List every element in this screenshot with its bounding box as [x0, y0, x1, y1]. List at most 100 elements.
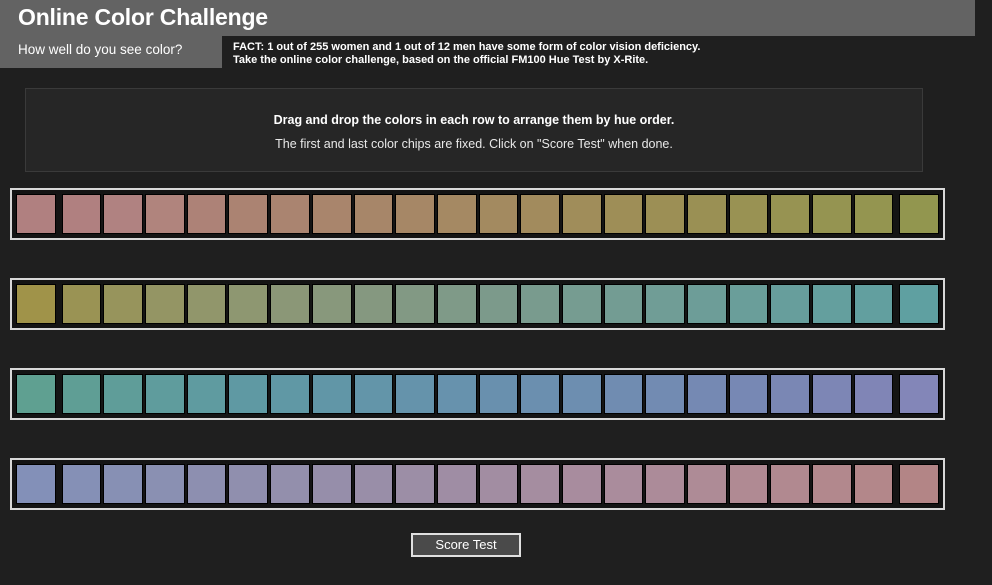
- color-chip[interactable]: [812, 194, 852, 234]
- color-chip[interactable]: [436, 464, 477, 504]
- color-chip[interactable]: [520, 464, 560, 504]
- color-chip[interactable]: [186, 194, 227, 234]
- color-chip[interactable]: [436, 284, 477, 324]
- color-chip[interactable]: [603, 374, 644, 414]
- color-chip[interactable]: [228, 194, 269, 234]
- color-row-4[interactable]: [10, 458, 945, 510]
- color-chip[interactable]: [853, 374, 894, 414]
- color-chip-fixed-first: [16, 464, 56, 504]
- color-chip[interactable]: [812, 374, 852, 414]
- color-chip[interactable]: [145, 374, 185, 414]
- color-chip-fixed-first: [16, 284, 56, 324]
- color-chip-fixed-first: [16, 374, 56, 414]
- color-chip[interactable]: [520, 284, 560, 324]
- color-chip[interactable]: [561, 284, 602, 324]
- color-chip[interactable]: [728, 464, 769, 504]
- color-chip[interactable]: [853, 284, 894, 324]
- color-chip[interactable]: [478, 194, 519, 234]
- color-chip[interactable]: [645, 374, 685, 414]
- color-chip[interactable]: [145, 284, 185, 324]
- color-chip[interactable]: [687, 374, 727, 414]
- color-chip[interactable]: [145, 194, 185, 234]
- color-chip[interactable]: [228, 374, 269, 414]
- page-title: Online Color Challenge: [18, 4, 268, 30]
- color-chip[interactable]: [770, 284, 811, 324]
- color-chip[interactable]: [853, 194, 894, 234]
- color-chip-fixed-first: [16, 194, 56, 234]
- color-chip[interactable]: [478, 284, 519, 324]
- color-chip[interactable]: [561, 464, 602, 504]
- color-chip[interactable]: [520, 374, 560, 414]
- color-chip[interactable]: [478, 374, 519, 414]
- color-chip[interactable]: [186, 374, 227, 414]
- color-chip[interactable]: [270, 284, 310, 324]
- color-chip[interactable]: [645, 194, 685, 234]
- color-row-3[interactable]: [10, 368, 945, 420]
- color-row-2[interactable]: [10, 278, 945, 330]
- color-chip[interactable]: [270, 374, 310, 414]
- color-chip[interactable]: [61, 284, 102, 324]
- color-chip[interactable]: [61, 464, 102, 504]
- color-chip[interactable]: [311, 284, 352, 324]
- color-chip[interactable]: [353, 284, 394, 324]
- fact-line-1: FACT: 1 out of 255 women and 1 out of 12…: [233, 41, 701, 53]
- color-chip[interactable]: [228, 464, 269, 504]
- color-chip[interactable]: [478, 464, 519, 504]
- color-chip[interactable]: [687, 284, 727, 324]
- color-chip[interactable]: [728, 284, 769, 324]
- color-chip[interactable]: [853, 464, 894, 504]
- color-chip[interactable]: [603, 284, 644, 324]
- color-chip[interactable]: [270, 464, 310, 504]
- color-chip[interactable]: [728, 374, 769, 414]
- color-row-1[interactable]: [10, 188, 945, 240]
- color-chip[interactable]: [812, 284, 852, 324]
- color-chip[interactable]: [603, 194, 644, 234]
- color-chip[interactable]: [353, 464, 394, 504]
- color-chip[interactable]: [812, 464, 852, 504]
- instruction-secondary-text: The first and last color chips are fixed…: [275, 137, 673, 151]
- color-chip[interactable]: [395, 464, 435, 504]
- instruction-primary-text: Drag and drop the colors in each row to …: [273, 113, 675, 127]
- color-chip[interactable]: [436, 194, 477, 234]
- color-chip-fixed-last: [899, 464, 940, 504]
- color-chip[interactable]: [311, 374, 352, 414]
- color-chip[interactable]: [645, 284, 685, 324]
- color-chip[interactable]: [103, 194, 144, 234]
- color-chip[interactable]: [353, 374, 394, 414]
- color-chip[interactable]: [687, 464, 727, 504]
- color-chip[interactable]: [61, 374, 102, 414]
- color-chip[interactable]: [687, 194, 727, 234]
- color-chip[interactable]: [770, 464, 811, 504]
- color-chip[interactable]: [770, 374, 811, 414]
- color-chip[interactable]: [61, 194, 102, 234]
- color-chip[interactable]: [561, 374, 602, 414]
- color-chip[interactable]: [228, 284, 269, 324]
- page-subtitle: How well do you see color?: [18, 42, 183, 57]
- color-chip[interactable]: [395, 194, 435, 234]
- color-chip[interactable]: [520, 194, 560, 234]
- color-chip[interactable]: [436, 374, 477, 414]
- color-chip[interactable]: [770, 194, 811, 234]
- color-chip[interactable]: [186, 284, 227, 324]
- color-chip[interactable]: [311, 194, 352, 234]
- color-chip[interactable]: [270, 194, 310, 234]
- color-chip[interactable]: [395, 284, 435, 324]
- color-chip[interactable]: [103, 464, 144, 504]
- color-chip[interactable]: [103, 374, 144, 414]
- color-chip[interactable]: [103, 284, 144, 324]
- color-chip-fixed-last: [899, 374, 940, 414]
- color-chip-fixed-last: [899, 284, 940, 324]
- color-chip[interactable]: [603, 464, 644, 504]
- color-chip[interactable]: [145, 464, 185, 504]
- color-chip[interactable]: [186, 464, 227, 504]
- instruction-box: Drag and drop the colors in each row to …: [25, 88, 923, 172]
- color-chip[interactable]: [561, 194, 602, 234]
- color-chip[interactable]: [395, 374, 435, 414]
- color-chip[interactable]: [311, 464, 352, 504]
- color-chip[interactable]: [645, 464, 685, 504]
- score-test-button[interactable]: Score Test: [411, 533, 521, 557]
- color-chip[interactable]: [353, 194, 394, 234]
- fact-line-2: Take the online color challenge, based o…: [233, 54, 649, 66]
- color-chip[interactable]: [728, 194, 769, 234]
- color-chip-fixed-last: [899, 194, 940, 234]
